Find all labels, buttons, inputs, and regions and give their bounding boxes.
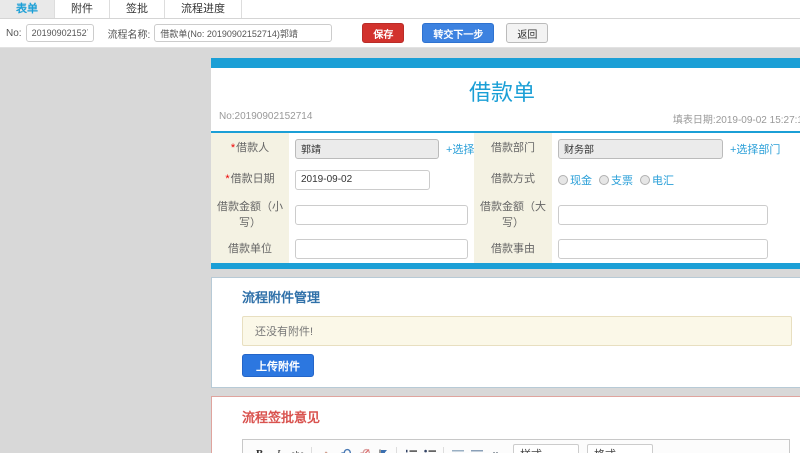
bold-icon[interactable]: B xyxy=(251,446,268,453)
italic-icon[interactable]: I xyxy=(270,446,287,453)
unit-label: 借款单位 xyxy=(228,242,272,255)
forward-next-step-button[interactable]: 转交下一步 xyxy=(422,23,495,43)
amount-lower-label: 借款金额（小写） xyxy=(217,200,283,230)
amount-upper-label-cell: 借款金额（大写） xyxy=(474,195,552,235)
method-option-cheque[interactable]: 支票 xyxy=(599,172,633,188)
method-label: 借款方式 xyxy=(491,173,535,186)
method-label-cell: 借款方式 xyxy=(474,164,552,195)
process-name-input[interactable] xyxy=(154,24,333,42)
link-icon[interactable] xyxy=(336,446,353,453)
unit-input[interactable] xyxy=(295,239,468,259)
form-top-bar xyxy=(211,58,800,68)
styles-dropdown[interactable]: 样式 xyxy=(513,444,579,453)
unlink-icon[interactable] xyxy=(355,446,372,453)
content-column: 借款单 No:20190902152714 填表日期:2019-09-02 15… xyxy=(211,58,800,453)
tab-progress[interactable]: 流程进度 xyxy=(165,0,242,18)
method-cheque-label: 支票 xyxy=(611,174,633,187)
blockquote-icon[interactable]: ” xyxy=(487,446,504,453)
save-button[interactable]: 保存 xyxy=(362,23,405,43)
loan-date-value-cell xyxy=(289,164,474,195)
amount-lower-input[interactable] xyxy=(295,205,468,225)
tab-signoff[interactable]: 签批 xyxy=(110,0,165,18)
toolbar-separator xyxy=(311,447,312,453)
tab-attachments[interactable]: 附件 xyxy=(55,0,110,18)
amount-upper-label: 借款金额（大写） xyxy=(480,200,546,230)
form-date-text: 填表日期:2019-09-02 15:27:1 xyxy=(672,115,800,126)
required-asterisk: * xyxy=(225,173,230,186)
department-label-cell: 借款部门 xyxy=(474,133,552,164)
editor-toolbar: B I abc xyxy=(243,440,789,453)
toolbar-separator xyxy=(396,447,397,453)
signoff-heading: 流程签批意见 xyxy=(242,410,321,425)
radio-icon[interactable] xyxy=(558,174,568,185)
back-button[interactable]: 返回 xyxy=(506,23,549,43)
amount-lower-label-cell: 借款金额（小写） xyxy=(211,195,289,235)
process-name-label: 流程名称: xyxy=(107,29,151,41)
no-attachments-message: 还没有附件! xyxy=(242,316,792,346)
borrower-value-cell: +选择人员 xyxy=(289,133,496,164)
select-department-link[interactable]: +选择部门 xyxy=(730,141,780,157)
borrower-label: 借款人 xyxy=(236,142,270,155)
bulleted-list-icon[interactable] xyxy=(421,446,438,453)
toolbar-separator xyxy=(443,447,444,453)
no-label: No: xyxy=(6,27,22,39)
numbered-list-icon[interactable] xyxy=(402,446,419,453)
outdent-icon[interactable] xyxy=(449,446,466,453)
rich-text-editor: B I abc xyxy=(242,439,790,453)
remove-format-icon[interactable] xyxy=(317,446,334,453)
department-label: 借款部门 xyxy=(491,142,535,155)
department-input[interactable] xyxy=(558,138,723,159)
attachments-panel: 流程附件管理 还没有附件! 上传附件 xyxy=(211,277,800,388)
loan-date-label: 借款日期 xyxy=(230,173,275,186)
method-value-cell: 现金 支票 电汇 xyxy=(552,164,800,195)
loan-date-label-cell: *借款日期 xyxy=(211,164,289,195)
form-title: 借款单 xyxy=(468,80,535,105)
tab-form[interactable]: 表单 xyxy=(0,0,55,18)
method-option-wire[interactable]: 电汇 xyxy=(640,172,674,188)
amount-lower-value-cell xyxy=(289,195,474,235)
radio-icon[interactable] xyxy=(599,174,609,185)
loan-form-panel: 借款单 No:20190902152714 填表日期:2019-09-02 15… xyxy=(211,58,800,269)
reason-input[interactable] xyxy=(558,239,768,259)
tab-bar: 表单 附件 签批 流程进度 xyxy=(0,0,800,19)
format-dropdown[interactable]: 格式 xyxy=(587,444,653,453)
reason-label-cell: 借款事由 xyxy=(474,235,552,263)
borrower-label-cell: *借款人 xyxy=(211,133,289,164)
method-option-cash[interactable]: 现金 xyxy=(558,172,592,188)
action-bar: No: 流程名称: 保存 转交下一步 返回 xyxy=(0,19,800,48)
reason-label: 借款事由 xyxy=(491,242,535,255)
page: 表单 附件 签批 流程进度 No: 流程名称: 保存 转交下一步 返回 借款单 … xyxy=(0,0,800,453)
form-bottom-bar xyxy=(211,263,800,269)
borrower-input[interactable] xyxy=(295,138,439,159)
method-wire-label: 电汇 xyxy=(652,174,674,187)
method-cash-label: 现金 xyxy=(570,174,592,187)
strikethrough-icon[interactable]: abc xyxy=(289,446,306,453)
reason-value-cell xyxy=(552,235,800,263)
format-dropdown-label: 格式 xyxy=(594,446,616,453)
form-meta-row: No:20190902152714 填表日期:2019-09-02 15:27:… xyxy=(211,109,800,131)
flag-anchor-icon[interactable] xyxy=(374,446,391,453)
unit-label-cell: 借款单位 xyxy=(211,235,289,263)
signoff-panel: 流程签批意见 B I abc xyxy=(211,396,800,453)
indent-icon[interactable] xyxy=(468,446,485,453)
attachments-heading: 流程附件管理 xyxy=(242,290,321,305)
styles-dropdown-label: 样式 xyxy=(520,446,542,453)
radio-icon[interactable] xyxy=(640,174,650,185)
no-input[interactable] xyxy=(25,24,94,42)
amount-upper-value-cell xyxy=(552,195,800,235)
unit-value-cell xyxy=(289,235,474,263)
amount-upper-input[interactable] xyxy=(558,205,768,225)
department-value-cell: +选择部门 xyxy=(552,133,800,164)
loan-date-input[interactable] xyxy=(295,169,430,190)
required-asterisk: * xyxy=(230,142,236,155)
form-no-text: No:20190902152714 xyxy=(219,111,313,122)
upload-attachment-button[interactable]: 上传附件 xyxy=(242,354,314,377)
form-table: *借款人 +选择人员 借款部门 +选择部门 *借款日期 xyxy=(211,133,800,263)
